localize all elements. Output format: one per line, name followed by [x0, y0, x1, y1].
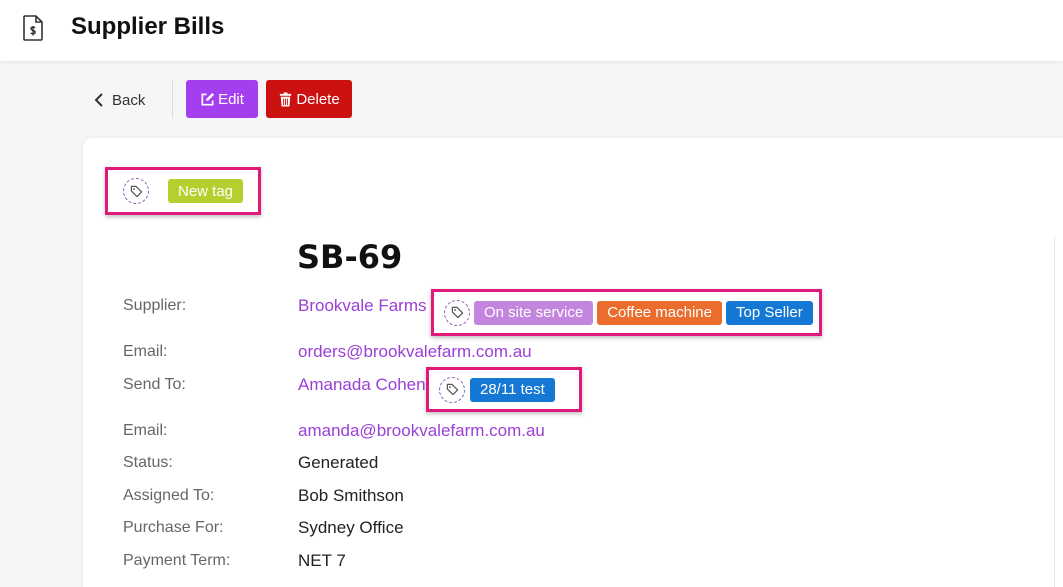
bill-tags: New tag: [105, 167, 261, 215]
payment-term-label: Payment Term:: [123, 552, 231, 569]
supplier-label: Supplier:: [123, 297, 187, 314]
bill-number: SB-69: [297, 238, 403, 276]
add-tag-icon[interactable]: [444, 299, 470, 326]
back-label: Back: [112, 91, 146, 109]
back-button[interactable]: Back: [94, 88, 145, 112]
send-to-label: Send To:: [123, 376, 186, 393]
assigned-to-label: Assigned To:: [123, 487, 215, 504]
toolbar-divider: [172, 80, 173, 118]
send-to-tags: 28/11 test: [426, 367, 582, 412]
status-label: Status:: [123, 454, 173, 471]
edit-label: Edit: [218, 90, 244, 108]
supplier-tags: On site service Coffee machine Top Selle…: [431, 289, 822, 336]
tag-top-seller[interactable]: Top Seller: [726, 300, 813, 325]
supplier-link[interactable]: Brookvale Farms: [298, 296, 426, 316]
send-to-email-link[interactable]: amanda@brookvalefarm.com.au: [298, 421, 545, 441]
payment-term-value: NET 7: [298, 551, 346, 570]
supplier-email-label: Email:: [123, 343, 168, 360]
chevron-left-icon: [94, 93, 103, 107]
tag-on-site-service[interactable]: On site service: [474, 300, 594, 325]
tag-coffee-machine[interactable]: Coffee machine: [597, 300, 722, 325]
purchase-for-label: Purchase For:: [123, 519, 224, 536]
trash-icon: [280, 91, 292, 107]
status-value: Generated: [298, 453, 379, 472]
purchase-for-value: Sydney Office: [298, 518, 404, 537]
edit-icon: [201, 92, 215, 105]
panel-divider: [1054, 237, 1055, 587]
delete-label: Delete: [296, 90, 340, 108]
edit-button[interactable]: Edit: [186, 80, 258, 118]
page-title: Supplier Bills: [71, 13, 225, 40]
assigned-to-value: Bob Smithson: [298, 486, 404, 505]
add-tag-icon[interactable]: [123, 178, 149, 204]
add-tag-icon[interactable]: [439, 376, 465, 403]
send-to-link[interactable]: Amanada Cohen: [298, 375, 426, 395]
delete-button[interactable]: Delete: [266, 80, 352, 118]
tag-28-11-test[interactable]: 28/11 test: [470, 377, 555, 402]
supplier-email-link[interactable]: orders@brookvalefarm.com.au: [298, 342, 532, 362]
tag-new-tag[interactable]: New tag: [168, 179, 244, 203]
send-to-email-label: Email:: [123, 422, 168, 439]
invoice-dollar-icon: [23, 15, 43, 41]
top-bar: Supplier Bills: [0, 0, 1063, 61]
